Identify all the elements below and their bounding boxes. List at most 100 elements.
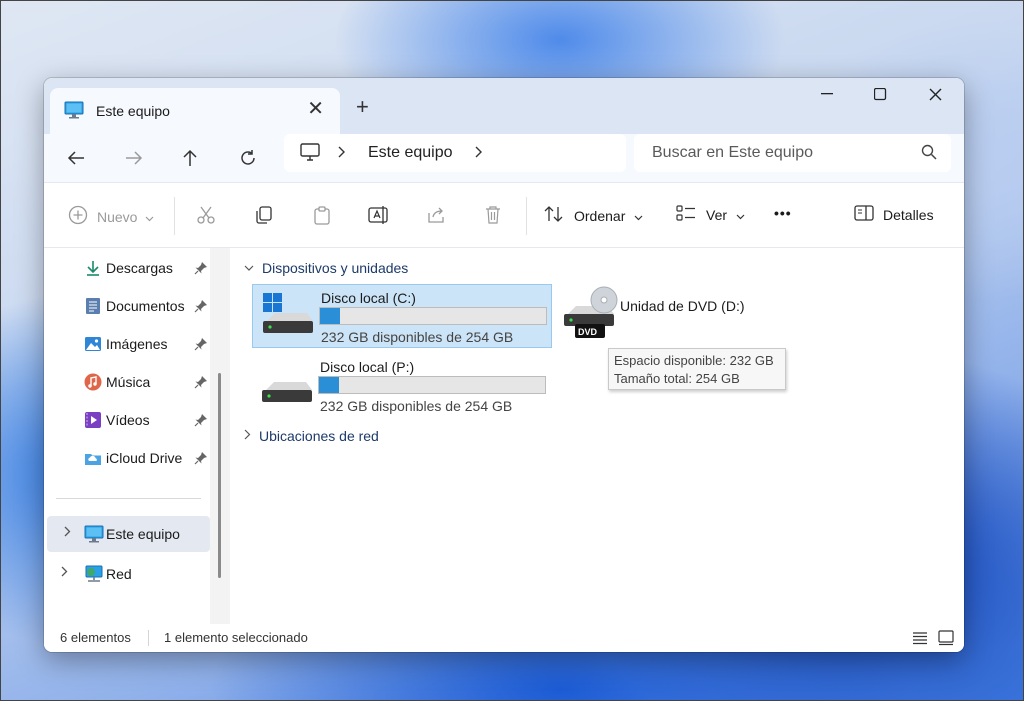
search-input[interactable]: Buscar en Este equipo [634,134,951,172]
drive-usage-bar [319,307,547,325]
view-list-icon [676,205,696,224]
trash-icon [484,205,502,228]
group-title: Ubicaciones de red [259,428,379,444]
new-button[interactable]: Nuevo [68,205,154,228]
sidebar-item-music[interactable]: Música [44,364,210,400]
sidebar-item-icloud[interactable]: iCloud Drive [44,440,210,476]
documents-icon [84,297,102,315]
pin-icon[interactable] [194,375,208,392]
sort-button[interactable]: Ordenar [544,205,643,226]
drive-usage-fill [319,377,340,393]
tab-title: Este equipo [96,103,170,119]
breadcrumb[interactable]: Este equipo [368,144,453,162]
details-button[interactable]: Detalles [854,205,934,224]
sidebar-item-pictures[interactable]: Imágenes [44,326,210,362]
clipboard-icon [312,205,332,228]
sidebar-scroll-track [210,248,230,624]
pin-icon[interactable] [194,261,208,278]
address-bar[interactable]: Este equipo [284,134,626,172]
view-button[interactable]: Ver [676,205,745,224]
sidebar-item-downloads[interactable]: Descargas [44,250,210,286]
back-arrow-icon[interactable] [64,146,88,170]
sidebar-item-label: Vídeos [106,412,150,428]
rename-button[interactable] [368,205,390,228]
command-bar: Nuevo Ordenar Ver ••• Detalles [44,182,964,248]
new-tab-button[interactable]: + [356,94,369,120]
search-icon[interactable] [921,144,937,165]
sidebar-item-this-pc[interactable]: Este equipo [47,516,210,552]
sidebar-item-documents[interactable]: Documentos [44,288,210,324]
sort-label: Ordenar [574,207,626,224]
sidebar-item-label: Música [106,374,151,390]
dvd-drive[interactable]: DVD Unidad de DVD (D:) [560,284,810,348]
drive-name: Disco local (C:) [321,290,416,306]
share-button[interactable] [426,205,446,228]
status-bar: 6 elementos 1 elemento seleccionado [44,624,964,652]
refresh-icon[interactable] [236,146,260,170]
drive-c[interactable]: Disco local (C:) 232 GB disponibles de 2… [252,284,552,348]
view-label: Ver [706,206,728,223]
tooltip-total-size: Tamaño total: 254 GB [614,371,740,386]
chevron-right-icon[interactable] [338,145,346,161]
navigation-bar: Este equipo Buscar en Este equipo [44,134,964,182]
details-view-icon[interactable] [912,631,928,648]
sidebar-item-network[interactable]: Red [44,556,210,592]
copy-button[interactable] [254,205,274,228]
large-icons-view-icon[interactable] [938,630,954,649]
cut-button[interactable] [196,205,216,228]
sort-icon [544,205,564,226]
monitor-icon [64,101,84,122]
sidebar-item-label: Red [106,566,132,582]
pin-icon[interactable] [194,413,208,430]
music-icon [84,373,102,391]
sidebar-scrollbar[interactable] [218,373,221,578]
close-window-button[interactable] [906,78,964,110]
group-header-network[interactable]: Ubicaciones de red [244,428,379,444]
computer-icon [300,142,320,164]
pin-icon[interactable] [194,337,208,354]
selection-count: 1 elemento seleccionado [164,630,308,645]
chevron-down-icon [145,209,154,225]
more-options-button[interactable]: ••• [774,205,792,221]
drive-p[interactable]: Disco local (P:) 232 GB disponibles de 2… [252,354,552,418]
sidebar-item-label: Documentos [106,298,185,314]
chevron-down-icon [736,207,745,223]
sidebar-item-videos[interactable]: Vídeos [44,402,210,438]
hard-drive-icon [260,360,314,411]
sidebar-item-label: Este equipo [106,526,180,542]
dvd-badge: DVD [578,327,598,337]
tab-este-equipo[interactable]: Este equipo ✕ [50,88,340,134]
chevron-right-icon[interactable] [61,566,68,580]
chevron-right-icon [244,429,251,443]
monitor-icon [84,525,104,543]
group-header-devices[interactable]: Dispositivos y unidades [244,260,408,276]
chevron-right-icon[interactable] [64,526,71,540]
paste-button[interactable] [312,205,332,228]
item-count: 6 elementos [60,630,131,645]
icloud-icon [84,449,102,467]
navigation-pane: Descargas Documentos Imágenes Música Víd… [44,248,230,624]
copy-icon [254,205,274,228]
scissors-icon [196,205,216,228]
forward-arrow-icon[interactable] [122,146,146,170]
minimize-button[interactable] [798,78,856,110]
details-pane-icon [854,205,874,224]
sidebar-item-label: Imágenes [106,336,168,352]
rename-icon [368,205,390,228]
divider [526,197,527,235]
chevron-down-icon [634,208,643,224]
close-tab-icon[interactable]: ✕ [307,99,324,119]
content-pane: Dispositivos y unidades Disco local (C:)… [230,248,964,624]
network-icon [84,565,103,583]
maximize-button[interactable] [851,78,909,110]
download-icon [84,259,102,277]
pin-icon[interactable] [194,451,208,468]
plus-circle-icon [68,205,88,228]
up-arrow-icon[interactable] [178,146,202,170]
title-bar: Este equipo ✕ + [44,78,964,134]
pin-icon[interactable] [194,299,208,316]
videos-icon [84,411,102,429]
delete-button[interactable] [484,205,502,228]
chevron-right-icon[interactable] [475,145,483,161]
search-placeholder: Buscar en Este equipo [652,144,813,161]
